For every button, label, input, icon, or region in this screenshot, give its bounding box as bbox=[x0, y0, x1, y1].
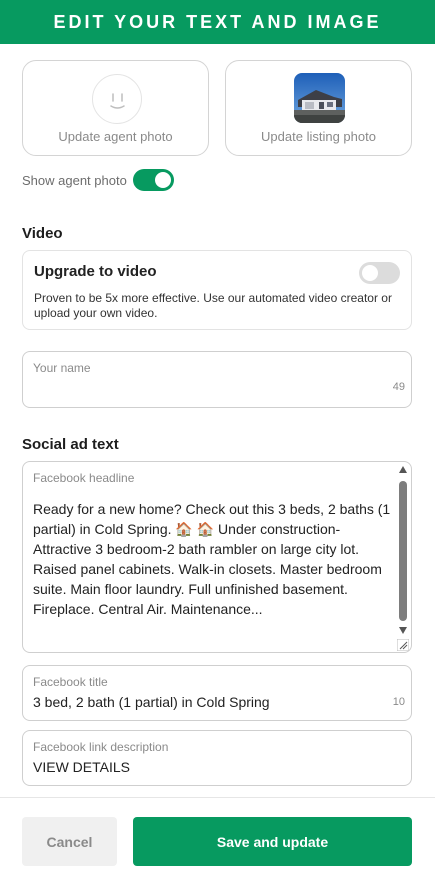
facebook-headline-label: Facebook headline bbox=[33, 471, 135, 485]
footer-divider bbox=[0, 797, 435, 798]
show-agent-photo-label: Show agent photo bbox=[22, 172, 127, 188]
scrollbar-thumb[interactable] bbox=[399, 481, 407, 621]
upgrade-to-video-toggle[interactable] bbox=[359, 262, 400, 284]
update-agent-photo-label: Update agent photo bbox=[58, 129, 173, 144]
listing-photo-thumbnail bbox=[294, 73, 345, 123]
your-name-label: Your name bbox=[33, 361, 91, 375]
social-ad-text-section-title: Social ad text bbox=[22, 436, 119, 453]
facebook-headline-field[interactable]: Facebook headline Ready for a new home? … bbox=[22, 461, 412, 653]
toggle-knob bbox=[154, 172, 171, 188]
cancel-button[interactable]: Cancel bbox=[22, 817, 117, 866]
page-title: EDIT YOUR TEXT AND IMAGE bbox=[53, 11, 382, 32]
update-listing-photo-label: Update listing photo bbox=[261, 129, 376, 144]
upgrade-to-video-title: Upgrade to video bbox=[34, 263, 157, 280]
video-section-title: Video bbox=[22, 225, 63, 242]
toggle-knob bbox=[362, 265, 378, 281]
facebook-link-description-field[interactable]: Facebook link description VIEW DETAILS bbox=[22, 730, 412, 786]
headline-scrollbar[interactable] bbox=[397, 466, 409, 638]
show-agent-photo-toggle[interactable] bbox=[132, 169, 174, 191]
page-header: EDIT YOUR TEXT AND IMAGE bbox=[0, 0, 435, 44]
facebook-headline-textarea[interactable]: Ready for a new home? Check out this 3 b… bbox=[33, 499, 393, 619]
your-name-field[interactable]: Your name 49 bbox=[22, 351, 412, 408]
scroll-up-arrow-icon[interactable] bbox=[399, 466, 407, 473]
facebook-title-label: Facebook title bbox=[33, 675, 108, 689]
facebook-title-char-counter: 10 bbox=[392, 696, 405, 708]
facebook-title-field[interactable]: Facebook title 3 bed, 2 bath (1 partial)… bbox=[22, 665, 412, 721]
your-name-char-counter: 49 bbox=[392, 381, 405, 393]
save-and-update-button[interactable]: Save and update bbox=[133, 817, 412, 866]
upgrade-to-video-description: Proven to be 5x more effective. Use our … bbox=[34, 291, 392, 320]
facebook-link-description-value[interactable]: VIEW DETAILS bbox=[33, 759, 130, 775]
facebook-link-description-label: Facebook link description bbox=[33, 740, 169, 754]
show-agent-photo-row: Show agent photo bbox=[22, 169, 174, 191]
resize-handle-icon[interactable] bbox=[396, 638, 410, 652]
agent-avatar-placeholder-icon bbox=[92, 74, 142, 124]
scroll-down-arrow-icon[interactable] bbox=[399, 627, 407, 634]
update-listing-photo-card[interactable]: Update listing photo bbox=[225, 60, 412, 156]
facebook-title-value[interactable]: 3 bed, 2 bath (1 partial) in Cold Spring bbox=[33, 694, 270, 710]
upgrade-to-video-card: Upgrade to video Proven to be 5x more ef… bbox=[22, 250, 412, 330]
update-agent-photo-card[interactable]: Update agent photo bbox=[22, 60, 209, 156]
